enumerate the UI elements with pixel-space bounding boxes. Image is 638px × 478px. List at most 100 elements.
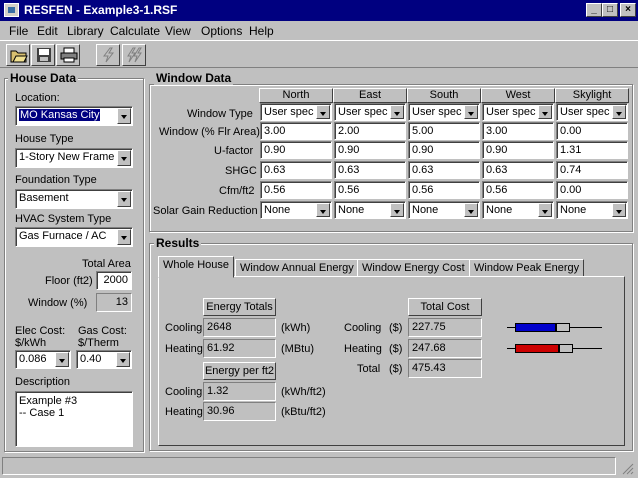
calculate-all-icon [127,47,142,63]
u-factor-east-input[interactable]: 0.90 [334,141,406,159]
calculate-button[interactable] [96,44,120,66]
status-panel [2,457,616,475]
menu-calculate[interactable]: Calculate [110,24,160,38]
chevron-down-icon[interactable] [117,150,131,166]
window-type-value: User spec [412,106,462,118]
chevron-down-icon[interactable] [55,352,69,367]
menu-file[interactable]: File [9,24,28,38]
shgc-south-input[interactable]: 0.63 [408,161,480,179]
shgc-west-input[interactable]: 0.63 [482,161,554,179]
foundation-select[interactable]: Basement [15,189,133,209]
tab-window-energy-cost[interactable]: Window Energy Cost [357,259,470,277]
tab-whole-house[interactable]: Whole House [158,256,235,278]
cfm-west-input[interactable]: 0.56 [482,181,554,199]
calculate-all-button[interactable] [122,44,146,66]
window-type-value: User spec [338,106,388,118]
close-button[interactable]: × [620,3,636,17]
minimize-button[interactable]: _ [586,3,602,17]
house-type-select[interactable]: 1-Story New Frame [15,148,133,168]
chevron-down-icon[interactable] [390,203,404,217]
chevron-down-icon[interactable] [538,105,552,119]
menu-options[interactable]: Options [201,24,242,38]
maximize-button[interactable]: □ [602,3,618,17]
total-area-label: Total Area [82,258,131,270]
hvac-label: HVAC System Type [15,213,112,225]
window-type-west[interactable]: User spec [482,103,554,121]
location-value: MO Kansas City [19,109,101,121]
cooling-cost-label: Cooling [344,322,382,334]
gas-cost-select[interactable]: 0.40 [76,350,132,369]
row-label-window-pct: Window (% Flr Area) [159,126,260,138]
chevron-down-icon[interactable] [612,105,626,119]
location-label: Location: [15,92,60,104]
save-button[interactable] [31,44,55,66]
heating-per-ft2-label: Heating [165,406,203,418]
solar-gain-north-select[interactable]: None [260,201,332,219]
window-pct-east-input[interactable]: 2.00 [334,122,406,140]
location-select[interactable]: MO Kansas City [15,106,133,126]
menu-help[interactable]: Help [249,24,274,38]
solar-gain-east-select[interactable]: None [334,201,406,219]
u-factor-skylight-input[interactable]: 1.31 [556,141,628,159]
elec-cost-value: 0.086 [19,353,47,365]
window-pct-skylight-input[interactable]: 0.00 [556,122,628,140]
solar-gain-skylight-select[interactable]: None [556,201,628,219]
chevron-down-icon[interactable] [316,203,330,217]
heating-cost-label: Heating [344,343,382,355]
menu-library[interactable]: Library [67,24,104,38]
heating-energy-unit: (MBtu) [281,343,314,355]
chevron-down-icon[interactable] [390,105,404,119]
u-factor-south-input[interactable]: 0.90 [408,141,480,159]
heating-bar-tail [559,344,573,353]
cfm-north-input[interactable]: 0.56 [260,181,332,199]
cfm-skylight-input[interactable]: 0.00 [556,181,628,199]
floor-area-input[interactable]: 2000 [96,271,132,290]
tab-window-annual-energy[interactable]: Window Annual Energy [235,259,359,277]
window-type-north[interactable]: User spec [260,103,332,121]
u-factor-north-input[interactable]: 0.90 [260,141,332,159]
chevron-down-icon[interactable] [316,105,330,119]
window-pct-south-input[interactable]: 5.00 [408,122,480,140]
heating-cost-value: 247.68 [408,339,482,358]
tab-window-peak-energy[interactable]: Window Peak Energy [469,259,585,277]
shgc-skylight-input[interactable]: 0.74 [556,161,628,179]
window-pct-west-input[interactable]: 3.00 [482,122,554,140]
chevron-down-icon[interactable] [538,203,552,217]
house-type-label: House Type [15,133,74,145]
resize-grip-icon[interactable] [620,461,634,475]
shgc-east-input[interactable]: 0.63 [334,161,406,179]
u-factor-west-input[interactable]: 0.90 [482,141,554,159]
solar-gain-south-select[interactable]: None [408,201,480,219]
window-type-east[interactable]: User spec [334,103,406,121]
column-header-south: South [407,88,481,103]
column-header-east: East [333,88,407,103]
chevron-down-icon[interactable] [117,108,131,124]
cooling-per-ft2-label: Cooling [165,386,203,398]
cooling-energy-label: Cooling [165,322,203,334]
window-type-skylight[interactable]: User spec [556,103,628,121]
open-button[interactable] [6,44,30,66]
solar-gain-west-select[interactable]: None [482,201,554,219]
status-bar [0,455,638,477]
foundation-label: Foundation Type [15,174,97,186]
window-type-south[interactable]: User spec [408,103,480,121]
cfm-east-input[interactable]: 0.56 [334,181,406,199]
description-textarea[interactable]: Example #3 -- Case 1 [15,391,133,447]
chevron-down-icon[interactable] [612,203,626,217]
description-label: Description [15,376,71,388]
chevron-down-icon[interactable] [117,191,131,207]
window-pct-north-input[interactable]: 3.00 [260,122,332,140]
chevron-down-icon[interactable] [464,203,478,217]
print-button[interactable] [56,44,80,66]
chevron-down-icon[interactable] [116,352,130,367]
total-cost-value: 475.43 [408,359,482,378]
chevron-down-icon[interactable] [117,229,131,245]
hvac-select[interactable]: Gas Furnace / AC [15,227,133,247]
menu-edit[interactable]: Edit [37,24,58,38]
shgc-north-input[interactable]: 0.63 [260,161,332,179]
chevron-down-icon[interactable] [464,105,478,119]
elec-cost-select[interactable]: 0.086 [15,350,71,369]
cfm-south-input[interactable]: 0.56 [408,181,480,199]
menu-view[interactable]: View [165,24,191,38]
app-icon[interactable] [4,3,19,17]
